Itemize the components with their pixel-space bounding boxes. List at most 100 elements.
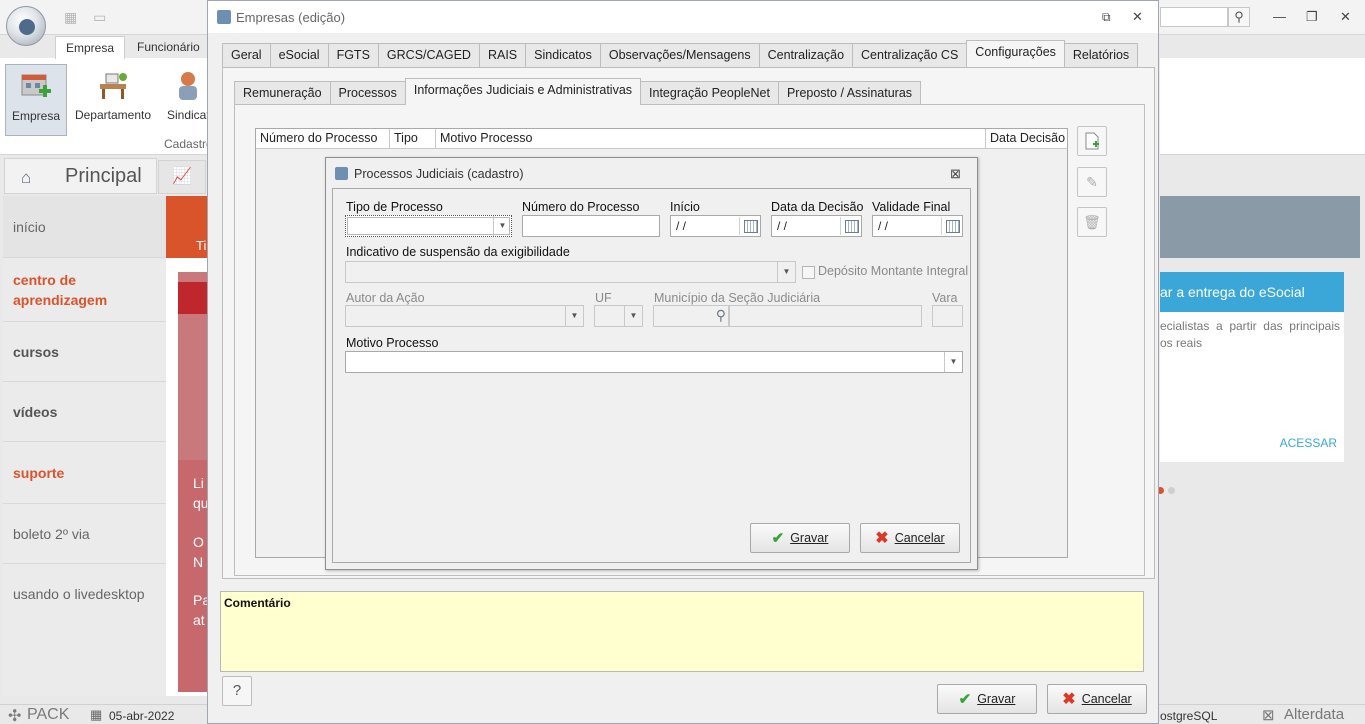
municipio-code-input[interactable]: ⚲ <box>653 305 729 327</box>
promo-text: at <box>193 612 205 628</box>
esocial-card-link[interactable]: ACESSAR <box>1280 436 1337 450</box>
validade-final-date-input[interactable]: / / <box>872 215 963 237</box>
esocial-card-title: ar a entrega do eSocial <box>1160 272 1344 312</box>
tab-grcs-caged[interactable]: GRCS/CAGED <box>377 43 480 67</box>
home-tab[interactable]: ⌂ Principal <box>4 158 157 194</box>
side-menu-item[interactable]: boleto 2º via <box>3 504 166 564</box>
grid-header: Número do Processo Tipo Motivo Processo … <box>256 129 1067 149</box>
restore-icon[interactable]: ❐ <box>1306 9 1318 25</box>
calendar-icon: ▦ <box>90 707 103 722</box>
delete-record-button[interactable]: 🗑 <box>1077 207 1107 237</box>
calendar-icon[interactable] <box>739 217 759 235</box>
window-close-icon[interactable]: ✕ <box>1132 9 1143 25</box>
validade-final-label: Validade Final <box>872 200 951 214</box>
dialog-close-icon[interactable]: ⊠ <box>950 166 961 182</box>
calendar-icon[interactable] <box>941 217 961 235</box>
dialog-cancel-button[interactable]: ✖ Cancelar <box>860 523 960 553</box>
quick-access-icons[interactable]: ▦ ▭ <box>64 9 112 26</box>
calendar-icon[interactable] <box>840 217 860 235</box>
ribbon-button-label: Empresa <box>11 109 61 123</box>
chevron-down-icon[interactable]: ▼ <box>565 306 583 326</box>
add-record-button[interactable] <box>1077 126 1107 156</box>
grid-column-data-decisao[interactable]: Data Decisão <box>986 129 1067 149</box>
side-menu-item[interactable]: cursos <box>3 322 166 382</box>
home-tab-label: Principal <box>65 165 142 187</box>
side-menu-item[interactable]: início <box>3 196 166 258</box>
tab-geral[interactable]: Geral <box>222 43 271 67</box>
tipo-processo-select[interactable]: ▼ <box>345 215 512 237</box>
window-save-button[interactable]: ✔ Gravar <box>937 684 1037 714</box>
window-restore-icon[interactable]: ⧉ <box>1102 10 1111 25</box>
promo-text: N <box>193 554 204 570</box>
side-menu-item[interactable]: centro de aprendizagem <box>3 258 166 322</box>
ribbon-tab-empresa[interactable]: Empresa <box>55 36 126 59</box>
search-input[interactable] <box>1160 7 1228 27</box>
subtab-preposto-assinaturas[interactable]: Preposto / Assinaturas <box>777 81 922 105</box>
data-decisao-date-input[interactable]: / / <box>771 215 862 237</box>
side-menu-item[interactable]: suporte <box>3 442 166 504</box>
ribbon-button-label: Departamento <box>74 108 152 122</box>
chart-tab[interactable]: 📈 <box>158 160 206 194</box>
tab-sindicatos[interactable]: Sindicatos <box>525 43 601 67</box>
grid-column-tipo[interactable]: Tipo <box>390 129 436 149</box>
tab-centralizacao[interactable]: Centralização <box>758 43 854 67</box>
numero-processo-input[interactable] <box>522 215 660 237</box>
status-database: ostgreSQL <box>1160 709 1218 723</box>
subtab-integracao-peoplenet[interactable]: Integração PeopleNet <box>640 81 779 105</box>
tab-observacoes[interactable]: Observações/Mensagens <box>599 43 760 67</box>
edit-record-button[interactable]: ✎ <box>1077 167 1107 197</box>
grid-column-motivo[interactable]: Motivo Processo <box>436 129 986 149</box>
carousel-dot[interactable] <box>1168 487 1175 494</box>
autor-select[interactable]: ▼ <box>345 305 584 327</box>
ribbon-tab-funcionario[interactable]: Funcionário <box>127 36 210 59</box>
indicativo-select[interactable]: ▼ <box>345 261 796 283</box>
pack-logo-text: PACK <box>27 706 70 723</box>
deposito-checkbox[interactable] <box>802 266 815 279</box>
chevron-down-icon[interactable]: ▼ <box>944 352 962 372</box>
grid-column-numero[interactable]: Número do Processo <box>256 129 390 149</box>
ribbon-button-sindicato[interactable]: Sindicato <box>160 64 208 136</box>
close-icon[interactable]: ✕ <box>1340 9 1351 25</box>
minimize-icon[interactable]: — <box>1273 9 1286 24</box>
vara-input[interactable] <box>932 305 963 327</box>
tab-configuracoes[interactable]: Configurações <box>966 40 1065 67</box>
subtab-informacoes-judiciais[interactable]: Informações Judiciais e Administrativas <box>404 78 642 105</box>
search-icon[interactable]: ⚲ <box>1228 7 1250 27</box>
tab-rais[interactable]: RAIS <box>478 43 527 67</box>
check-icon: ✔ <box>771 530 785 547</box>
municipio-label: Município da Seção Judiciária <box>654 291 821 305</box>
dialog-save-button[interactable]: ✔ Gravar <box>750 523 850 553</box>
banner-strip-text: Ti <box>196 238 207 253</box>
municipio-name-input[interactable] <box>729 305 922 327</box>
motivo-select[interactable]: ▼ <box>345 351 963 373</box>
tab-centralizacao-cs[interactable]: Centralização CS <box>852 43 968 67</box>
tab-esocial[interactable]: eSocial <box>269 43 329 67</box>
alterdata-logo-text: Alterdata <box>1284 706 1345 723</box>
chevron-down-icon[interactable]: ▼ <box>493 216 511 236</box>
tab-relatorios[interactable]: Relatórios <box>1063 43 1139 67</box>
subtab-processos[interactable]: Processos <box>329 81 406 105</box>
ribbon-button-empresa[interactable]: Empresa <box>5 64 67 136</box>
save-label: Gravar <box>977 692 1016 706</box>
window-cancel-button[interactable]: ✖ Cancelar <box>1047 684 1147 714</box>
promo-text: O <box>193 534 204 550</box>
banner-strip[interactable]: Ti <box>166 196 208 258</box>
app-menu-orb[interactable] <box>6 6 46 46</box>
ribbon-button-departamento[interactable]: Departamento <box>72 64 154 136</box>
side-menu-item[interactable]: vídeos <box>3 382 166 442</box>
inicio-date-input[interactable]: / / <box>670 215 761 237</box>
tab-fgts[interactable]: FGTS <box>327 43 379 67</box>
chevron-down-icon[interactable]: ▼ <box>777 262 795 282</box>
add-document-icon <box>1085 132 1099 150</box>
cancel-x-icon: ✖ <box>1062 691 1076 708</box>
search-icon[interactable]: ⚲ <box>716 307 726 324</box>
side-menu-item[interactable]: usando o livedesktop <box>3 564 166 624</box>
subtab-remuneracao[interactable]: Remuneração <box>234 81 331 105</box>
autor-label: Autor da Ação <box>346 291 425 305</box>
help-button[interactable]: ? <box>222 676 252 706</box>
chevron-down-icon[interactable]: ▼ <box>624 306 642 326</box>
department-icon <box>96 68 130 102</box>
uf-select[interactable]: ▼ <box>594 305 643 327</box>
comment-area[interactable]: Comentário <box>220 591 1144 672</box>
data-decisao-label: Data da Decisão <box>771 200 864 214</box>
